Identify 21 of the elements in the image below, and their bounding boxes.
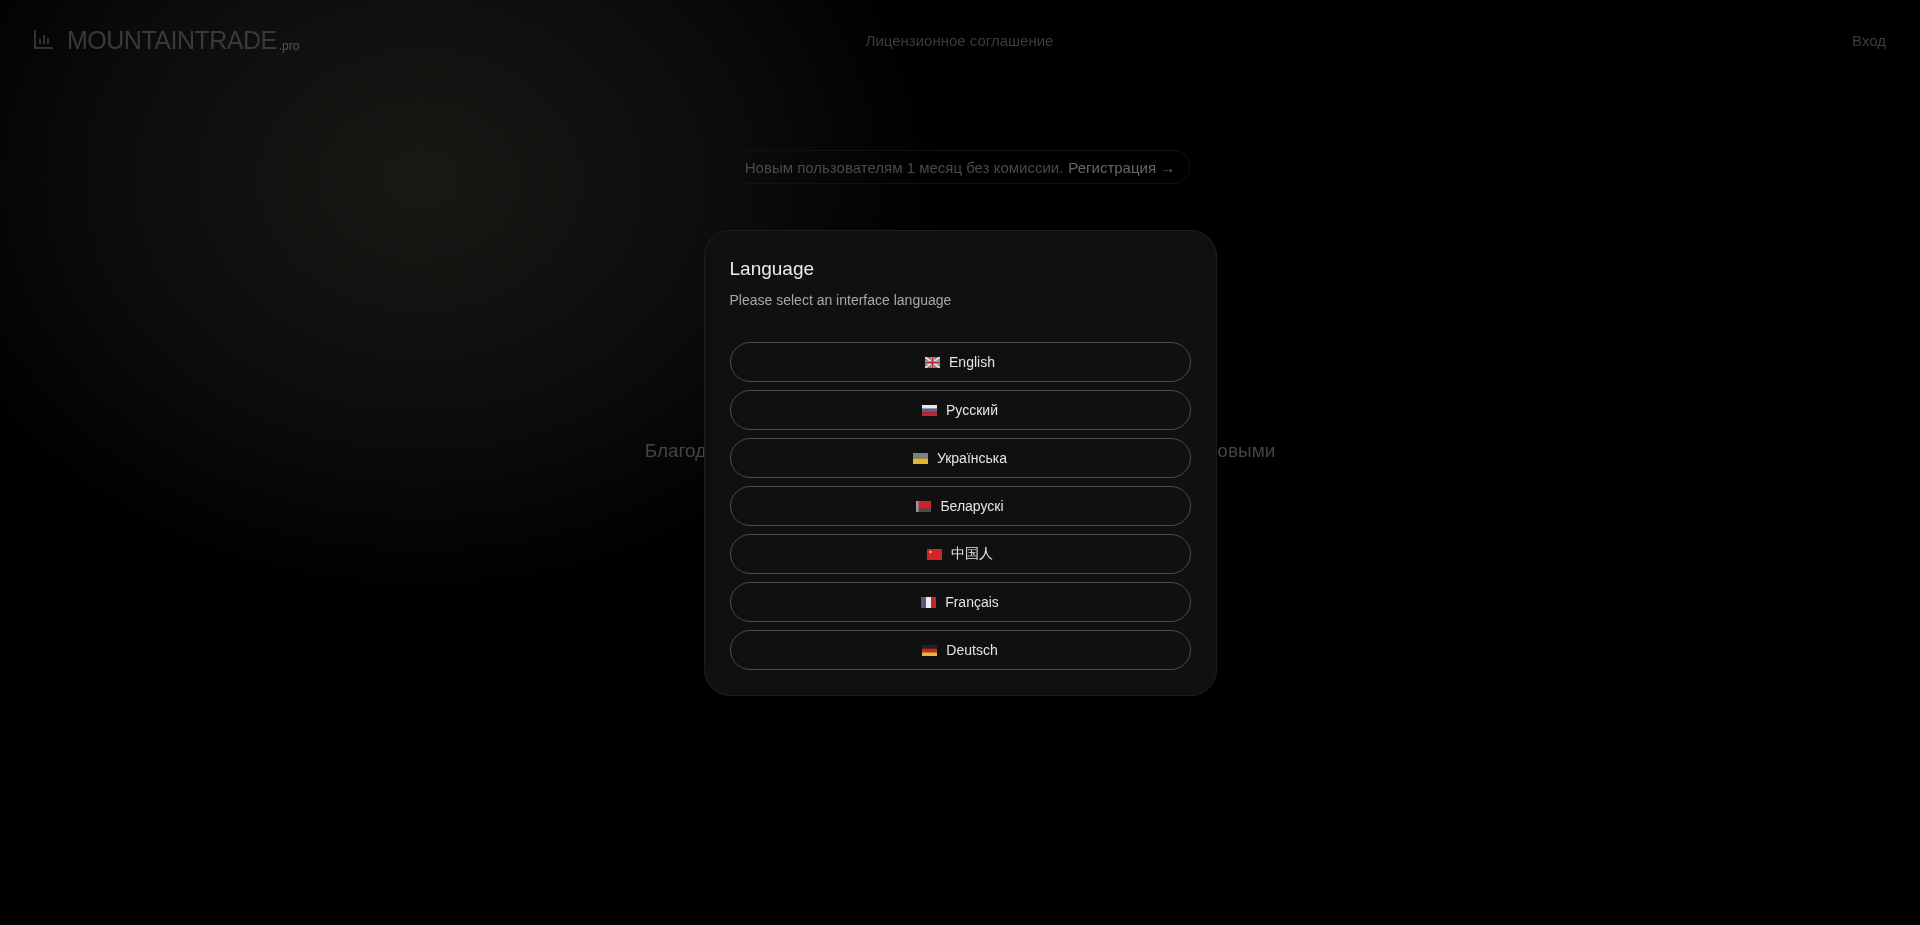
- flag-icon: [921, 596, 937, 608]
- bar-chart-icon: [33, 28, 55, 50]
- logo-suffix: .pro: [278, 38, 300, 54]
- language-button[interactable]: Русский: [729, 390, 1191, 430]
- language-button[interactable]: Français: [729, 582, 1191, 622]
- language-button[interactable]: Українська: [729, 438, 1191, 478]
- dialog-subtitle: Please select an interface language: [729, 292, 953, 308]
- language-button[interactable]: English: [729, 342, 1191, 382]
- flag-icon: [925, 356, 941, 368]
- language-button[interactable]: Deutsch: [729, 630, 1191, 670]
- dialog-title: Language: [729, 258, 816, 280]
- hero-text: овыми: [1217, 440, 1276, 462]
- flag-icon: [916, 500, 932, 512]
- flag-icon: [927, 548, 942, 560]
- promo-text: Новым пользователям 1 месяц без комиссии.: [744, 158, 1064, 176]
- register-link[interactable]: Регистрация →: [1068, 158, 1176, 176]
- language-button[interactable]: 中国人: [729, 534, 1191, 574]
- flag-icon: [912, 452, 928, 464]
- flag-icon: [922, 644, 938, 656]
- language-button[interactable]: Беларускі: [729, 486, 1191, 526]
- flag-icon: [922, 404, 937, 416]
